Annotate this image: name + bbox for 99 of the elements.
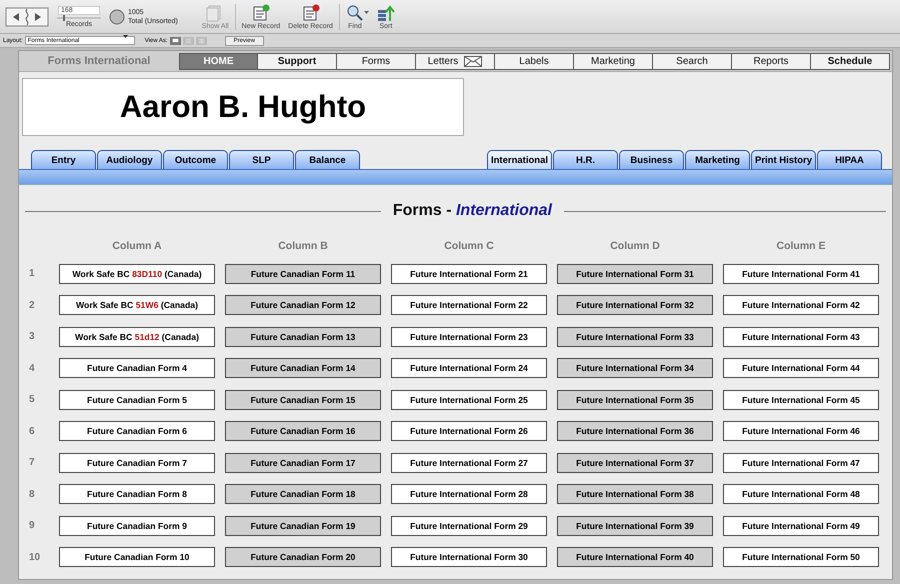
form-view-icon (170, 37, 180, 44)
column-header: Column B (277, 240, 329, 253)
form-button[interactable]: Future Canadian Form 15 (225, 390, 381, 410)
form-button[interactable]: Future Canadian Form 11 (225, 264, 381, 284)
form-button[interactable]: Future International Form 49 (723, 516, 879, 536)
form-button[interactable]: Future International Form 32 (557, 295, 713, 315)
form-button[interactable]: Future International Form 40 (557, 547, 713, 567)
search-icon (346, 4, 364, 22)
envelope-icon (464, 56, 482, 66)
table-view-icon (196, 37, 206, 44)
form-button[interactable]: Future Canadian Form 5 (59, 390, 215, 410)
form-button[interactable]: Future Canadian Form 18 (225, 484, 381, 504)
row-number: 5 (29, 394, 35, 405)
sort-icon (376, 4, 395, 22)
nav-tab[interactable]: Forms (337, 52, 416, 70)
list-view-icon (184, 37, 193, 44)
section-tab[interactable]: HIPAA (817, 150, 882, 169)
form-button[interactable]: Future International Form 35 (557, 390, 713, 410)
section-tab[interactable]: Balance (295, 150, 360, 169)
row-number: 3 (29, 331, 35, 342)
form-button[interactable]: Future International Form 50 (723, 547, 879, 567)
form-button[interactable]: Future International Form 47 (723, 452, 879, 472)
nav-tab[interactable]: HOME (179, 52, 258, 70)
form-button[interactable]: Future International Form 23 (391, 326, 547, 346)
form-button[interactable]: Future International Form 42 (723, 295, 879, 315)
caret-icon (364, 11, 369, 14)
patient-name: Aaron B. Hughto (120, 89, 366, 125)
form-button[interactable]: Future Canadian Form 4 (59, 358, 215, 378)
row-number: 8 (29, 488, 35, 500)
form-button[interactable]: Work Safe BC 51W6 (Canada) (59, 295, 215, 315)
nav-tab[interactable]: Marketing (574, 52, 653, 70)
form-button[interactable]: Future International Form 22 (391, 295, 547, 315)
pie-icon (109, 8, 125, 24)
form-button[interactable]: Future Canadian Form 20 (225, 547, 381, 567)
section-tab[interactable]: SLP (229, 150, 294, 169)
nav-tab[interactable]: Labels (495, 52, 574, 70)
section-tab[interactable]: Print History (751, 150, 816, 169)
form-button[interactable]: Future International Form 27 (391, 452, 547, 472)
row-number: 7 (29, 457, 35, 468)
nav-tab[interactable]: Search (653, 52, 732, 70)
form-button[interactable]: Future International Form 37 (557, 452, 713, 472)
form-button[interactable]: Future Canadian Form 10 (59, 547, 215, 567)
form-button[interactable]: Future International Form 33 (557, 326, 713, 346)
row-number: 10 (29, 552, 40, 562)
section-title: Forms - International (392, 202, 552, 220)
section-tab[interactable]: Audiology (97, 150, 162, 169)
section-tab[interactable]: Entry (31, 150, 96, 169)
form-button[interactable]: Future International Form 38 (557, 484, 713, 504)
section-tab[interactable]: Outcome (163, 150, 228, 169)
column-header: Column C (443, 240, 495, 253)
form-button[interactable]: Future International Form 30 (391, 547, 547, 567)
form-button[interactable]: Future Canadian Form 14 (225, 358, 381, 378)
form-button[interactable]: Future International Form 28 (391, 484, 547, 504)
form-button[interactable]: Future International Form 29 (391, 516, 547, 536)
form-button[interactable]: Future International Form 44 (723, 358, 879, 378)
caret-icon (122, 35, 128, 38)
form-button[interactable]: Work Safe BC 51d12 (Canada) (59, 326, 215, 346)
form-button[interactable]: Future International Form 25 (391, 390, 547, 410)
section-tab[interactable]: H.R. (553, 150, 618, 169)
form-button[interactable]: Future Canadian Form 16 (225, 421, 381, 441)
nav-tab[interactable]: Support (258, 52, 337, 70)
form-button[interactable]: Future Canadian Form 19 (225, 516, 381, 536)
section-tab[interactable]: Marketing (685, 150, 750, 169)
form-button[interactable]: Future Canadian Form 13 (225, 326, 381, 346)
form-button[interactable]: Future International Form 45 (723, 390, 879, 410)
form-button[interactable]: Future International Form 21 (391, 264, 547, 284)
form-button[interactable]: Future International Form 34 (557, 358, 713, 378)
form-button[interactable]: Future International Form 36 (557, 421, 713, 441)
record-slider-icon (57, 14, 101, 20)
form-button[interactable]: Future International Form 48 (723, 484, 879, 504)
form-button[interactable]: Future International Form 24 (391, 358, 547, 378)
form-button[interactable]: Future Canadian Form 8 (59, 484, 215, 504)
form-button[interactable]: Future International Form 31 (557, 264, 713, 284)
form-button[interactable]: Future International Form 39 (557, 516, 713, 536)
form-button[interactable]: Future International Form 41 (723, 264, 879, 284)
form-button[interactable]: Work Safe BC 83D110 (Canada) (59, 264, 215, 284)
row-number: 4 (29, 362, 35, 374)
section-tab[interactable]: International (487, 150, 552, 169)
form-button[interactable]: Future International Form 43 (723, 326, 879, 346)
row-number: 2 (29, 300, 35, 310)
section-tab[interactable]: Business (619, 150, 684, 169)
form-button[interactable]: Future Canadian Form 6 (59, 421, 215, 441)
nav-tab[interactable]: Reports (732, 52, 811, 70)
column-header: Column A (111, 240, 163, 253)
row-number: 1 (29, 268, 35, 279)
column-header: Column D (609, 240, 661, 253)
row-number: 6 (29, 426, 35, 436)
row-number: 9 (29, 520, 35, 531)
form-button[interactable]: Future Canadian Form 17 (225, 452, 381, 472)
form-button[interactable]: Future Canadian Form 7 (59, 452, 215, 472)
form-button[interactable]: Future Canadian Form 12 (225, 295, 381, 315)
nav-tab[interactable]: Schedule (811, 52, 890, 70)
column-header: Column E (776, 240, 826, 253)
form-button[interactable]: Future International Form 26 (391, 421, 547, 441)
form-button[interactable]: Future International Form 46 (723, 421, 879, 441)
app-title: Forms International (46, 55, 152, 67)
view-button[interactable] (170, 36, 181, 44)
nav-tab[interactable]: Letters (416, 52, 495, 70)
form-button[interactable]: Future Canadian Form 9 (59, 516, 215, 536)
